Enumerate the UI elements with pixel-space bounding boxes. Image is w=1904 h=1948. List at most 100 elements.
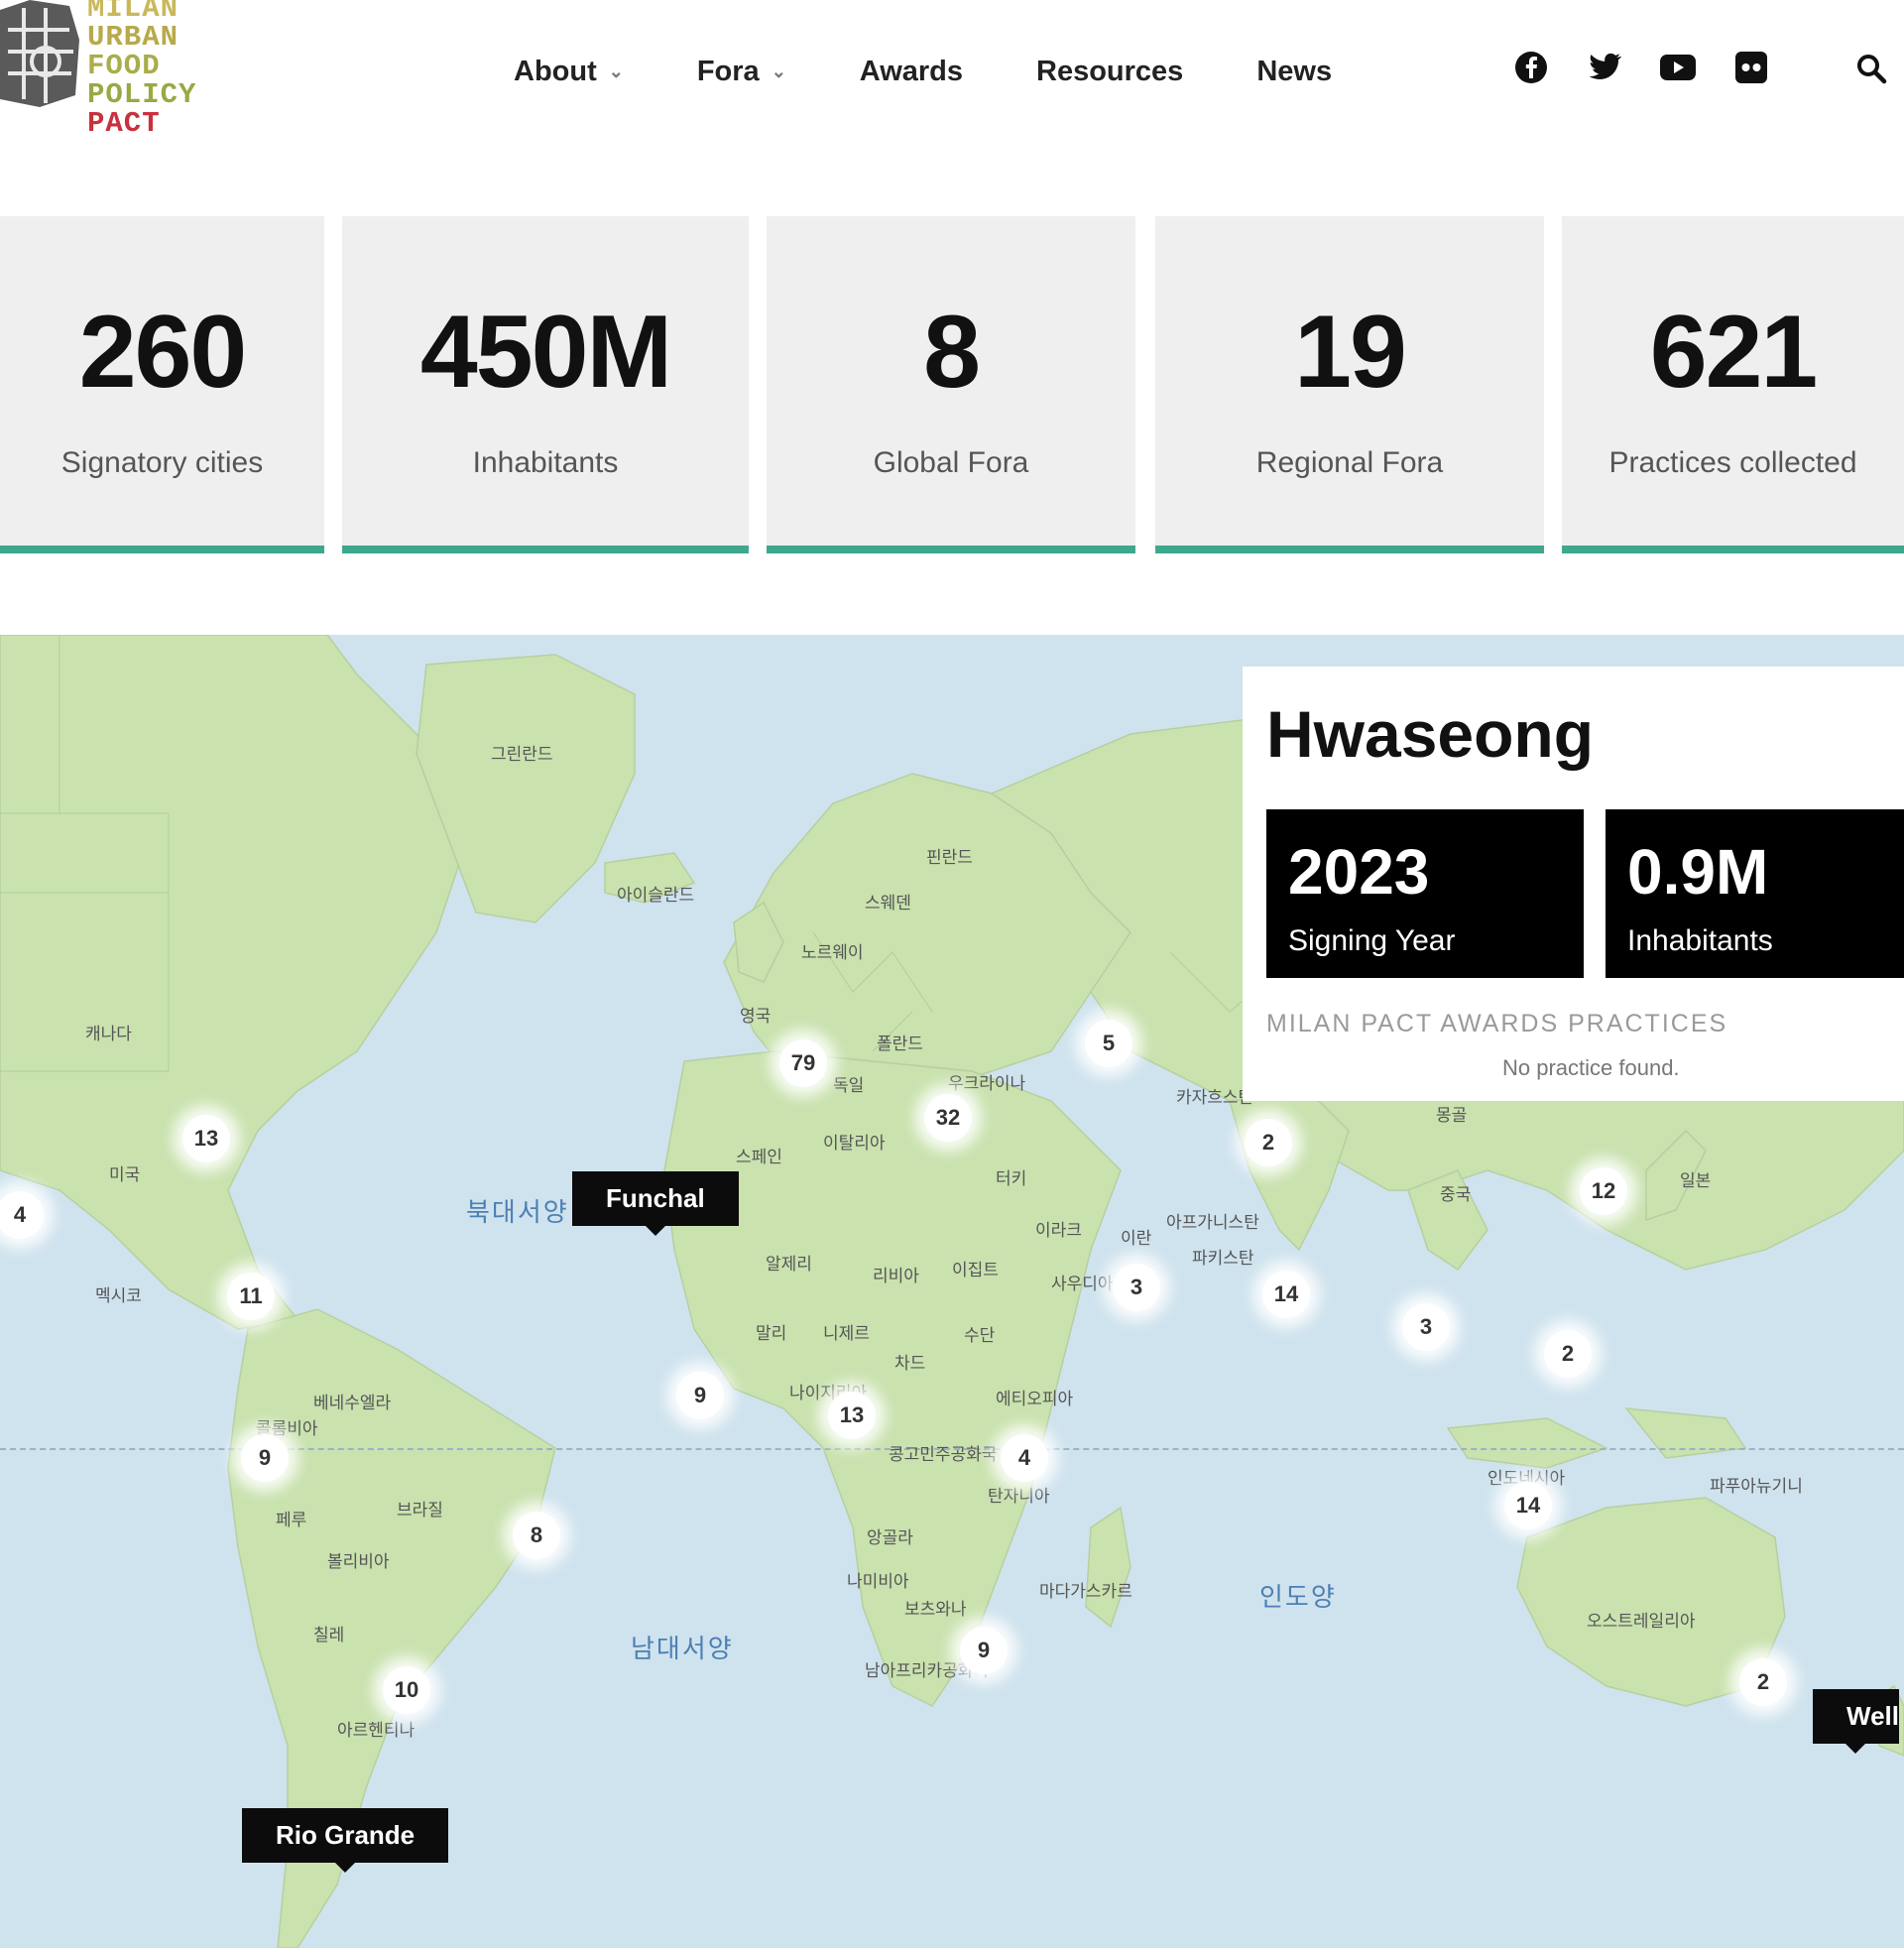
place-label: 핀란드 <box>926 848 973 867</box>
map-cluster[interactable]: 14 <box>1504 1482 1552 1529</box>
map-cluster[interactable]: 13 <box>182 1115 230 1162</box>
map-cluster[interactable]: 12 <box>1580 1167 1627 1215</box>
stat-card-global-fora: 8 Global Fora <box>767 216 1135 553</box>
place-label: 탄자니아 <box>988 1487 1050 1506</box>
nav-item-label: News <box>1256 55 1333 87</box>
place-label: 아프가니스탄 <box>1166 1213 1259 1232</box>
nav-item-awards[interactable]: Awards <box>860 56 963 88</box>
chevron-down-icon: ⌄ <box>608 61 624 81</box>
place-label: 그린란드 <box>491 745 553 764</box>
place-label: 이탈리아 <box>823 1134 886 1153</box>
map-cluster[interactable]: 9 <box>241 1434 289 1482</box>
twitter-icon[interactable] <box>1587 50 1622 85</box>
stat-label: Global Fora <box>873 446 1029 479</box>
place-label: 스페인 <box>736 1148 782 1166</box>
place-label: 일본 <box>1680 1171 1712 1190</box>
flickr-icon[interactable] <box>1733 50 1769 85</box>
map-cluster[interactable]: 2 <box>1739 1658 1787 1706</box>
search-icon <box>1857 55 1887 84</box>
place-label: 이라크 <box>1035 1221 1082 1240</box>
stat-value: 8 <box>923 295 981 410</box>
inhabitants-label: Inhabitants <box>1627 924 1773 957</box>
logo-mark-icon <box>0 0 79 107</box>
inhabitants-box: 0.9M Inhabitants <box>1606 809 1904 978</box>
place-label: 니제르 <box>823 1324 870 1343</box>
map-cluster[interactable]: 8 <box>513 1512 560 1559</box>
place-label: 이집트 <box>952 1261 999 1279</box>
ocean-label: 인도양 <box>1259 1582 1337 1612</box>
map-cluster[interactable]: 13 <box>828 1392 876 1439</box>
nav-item-label: Fora <box>696 55 760 87</box>
map-cluster[interactable]: 9 <box>960 1627 1008 1674</box>
place-label: 독일 <box>833 1076 865 1095</box>
place-label: 노르웨이 <box>801 943 864 962</box>
youtube-icon[interactable] <box>1660 50 1696 85</box>
logo-line: PACT <box>87 107 161 140</box>
place-label: 에티오피아 <box>996 1390 1074 1408</box>
map-cluster[interactable]: 4 <box>1001 1434 1048 1482</box>
social-links <box>1513 50 1807 85</box>
search-button[interactable] <box>1854 52 1890 87</box>
place-label: 말리 <box>756 1324 787 1343</box>
site-header: MILAN URBAN FOOD POLICY PACT About ⌄ For… <box>0 0 1904 198</box>
inhabitants-value: 0.9M <box>1627 836 1769 908</box>
place-label: 이란 <box>1121 1229 1152 1248</box>
place-label: 우크라이나 <box>948 1074 1026 1093</box>
nav-item-label: Awards <box>859 55 964 87</box>
city-tooltip-wellington[interactable]: Well <box>1813 1689 1899 1754</box>
logo-line: FOOD <box>87 50 161 82</box>
place-label: 베네수엘라 <box>313 1394 392 1412</box>
nav-item-about[interactable]: About ⌄ <box>514 56 624 88</box>
map-cluster[interactable]: 9 <box>676 1372 724 1419</box>
place-label: 캐나다 <box>85 1025 132 1043</box>
logo-line: MILAN <box>87 0 179 25</box>
place-label: 알제리 <box>766 1255 812 1274</box>
place-label: 터키 <box>996 1169 1027 1188</box>
map-cluster[interactable]: 79 <box>779 1039 827 1087</box>
nav-item-fora[interactable]: Fora ⌄ <box>697 56 786 88</box>
place-label: 영국 <box>740 1007 772 1026</box>
stats-row: 260 Signatory cities 450M Inhabitants 8 … <box>0 216 1904 561</box>
map-cluster[interactable]: 11 <box>227 1273 275 1320</box>
map-cluster[interactable]: 10 <box>383 1666 430 1714</box>
place-label: 보츠와나 <box>904 1600 967 1619</box>
map-cluster[interactable]: 3 <box>1402 1303 1450 1351</box>
map-cluster[interactable]: 32 <box>924 1094 972 1142</box>
signing-year-value: 2023 <box>1288 836 1430 908</box>
stat-value: 621 <box>1649 295 1819 410</box>
city-tooltip-funchal[interactable]: Funchal <box>572 1171 739 1236</box>
map-cluster[interactable]: 2 <box>1245 1119 1292 1166</box>
facebook-icon[interactable] <box>1513 50 1549 85</box>
stat-card-signatory-cities: 260 Signatory cities <box>0 216 324 553</box>
city-tooltip-rio-grande[interactable]: Rio Grande <box>242 1808 449 1873</box>
place-label: 중국 <box>1440 1185 1472 1204</box>
place-label: 수단 <box>964 1326 996 1345</box>
place-label: 차드 <box>894 1354 926 1373</box>
site-logo[interactable]: MILAN URBAN FOOD POLICY PACT <box>0 0 198 149</box>
stat-card-inhabitants: 450M Inhabitants <box>342 216 749 553</box>
place-label: 리비아 <box>873 1267 919 1285</box>
map-cluster[interactable]: 5 <box>1085 1020 1132 1067</box>
place-label: 멕시코 <box>95 1286 142 1305</box>
nav-item-label: About <box>514 55 597 87</box>
place-label: 앙골라 <box>867 1528 913 1547</box>
city-name: Hwaseong <box>1266 697 1595 771</box>
place-label: 몽골 <box>1436 1106 1468 1125</box>
place-label: 아르헨티나 <box>337 1721 416 1740</box>
map-cluster[interactable]: 14 <box>1262 1271 1310 1318</box>
map-cluster[interactable]: 2 <box>1544 1330 1592 1378</box>
place-label: 콩고민주공화국 <box>889 1445 998 1464</box>
signing-year-box: 2023 Signing Year <box>1266 809 1584 978</box>
city-info-panel: Hwaseong 2023 Signing Year 0.9M Inhabita… <box>1243 667 1904 1101</box>
place-label: 오스트레일리아 <box>1587 1612 1696 1631</box>
stat-card-practices: 621 Practices collected <box>1562 216 1904 553</box>
place-label: 파키스탄 <box>1192 1249 1254 1268</box>
place-label: 미국 <box>109 1165 141 1184</box>
nav-item-resources[interactable]: Resources <box>1036 56 1183 88</box>
nav-item-news[interactable]: News <box>1256 56 1332 88</box>
place-label: 아이슬란드 <box>617 886 695 905</box>
place-label: 스웨덴 <box>865 894 911 913</box>
chevron-down-icon: ⌄ <box>771 61 786 81</box>
map-cluster[interactable]: 3 <box>1113 1264 1160 1311</box>
logo-line: POLICY <box>87 78 197 111</box>
